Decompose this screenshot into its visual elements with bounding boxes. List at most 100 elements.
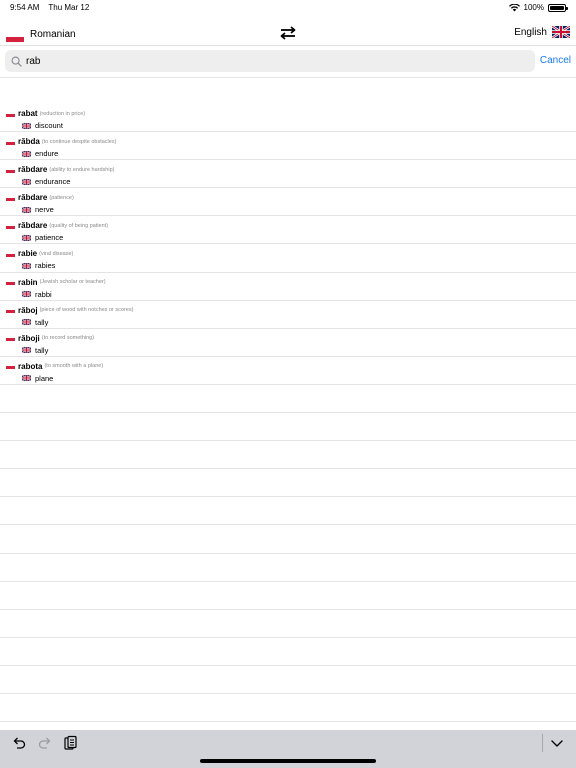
- result-word: răboji: [18, 333, 40, 343]
- poland-flag-icon: [6, 31, 24, 42]
- uk-flag-icon: [22, 262, 31, 269]
- result-row[interactable]: răboji (to record something) tally: [0, 329, 576, 357]
- uk-flag-icon: [22, 122, 31, 129]
- result-source: rabie (viral disease): [6, 249, 73, 258]
- result-source: răboji (to record something): [6, 334, 94, 343]
- result-description: (piece of wood with notches or scores): [39, 307, 134, 314]
- search-input[interactable]: [26, 55, 526, 67]
- result-source: rabat (reduction in price): [6, 109, 85, 118]
- search-row: Cancel: [0, 50, 576, 74]
- result-row[interactable]: răbda (to continue despite obstacles) endu…: [0, 132, 576, 161]
- result-translation: endurance: [35, 177, 71, 187]
- result-word: rabat: [18, 109, 38, 118]
- empty-row: [0, 497, 576, 526]
- uk-flag-icon: [22, 178, 31, 185]
- poland-flag-icon: [6, 250, 15, 257]
- result-translation-line: nerve: [22, 205, 54, 214]
- result-source: răbdare (quality of being patient): [6, 221, 108, 230]
- result-word: răboj: [18, 305, 38, 315]
- uk-flag-icon: [22, 150, 31, 157]
- poland-flag-icon: [6, 222, 15, 229]
- result-row[interactable]: rabat (reduction in price) discount: [0, 104, 576, 133]
- result-translation-line: endure: [22, 149, 58, 158]
- result-source: rabota (to smooth with a plane): [6, 362, 103, 371]
- result-word: rabin: [18, 277, 38, 287]
- result-translation: tally: [35, 345, 49, 355]
- result-translation: discount: [35, 121, 63, 130]
- result-row[interactable]: răbdare (ability to endure hardship) endur…: [0, 160, 576, 189]
- result-translation: rabies: [35, 261, 56, 271]
- poland-flag-icon: [6, 138, 15, 145]
- result-word: răbdare: [18, 193, 48, 203]
- result-description: (to continue despite obstacles): [41, 138, 117, 145]
- poland-flag-icon: [6, 335, 15, 342]
- uk-flag-icon: [552, 26, 570, 38]
- result-source: răboj (piece of wood with notches or scor…: [6, 306, 133, 315]
- search-icon: [11, 56, 22, 67]
- empty-row: [0, 638, 576, 666]
- result-row[interactable]: răbdare (patience) nerve: [0, 188, 576, 217]
- poland-flag-icon: [6, 363, 15, 370]
- results-list: rabat (reduction in price) discount răbda (t…: [0, 104, 576, 385]
- poland-flag-icon: [6, 110, 15, 117]
- source-language-label: Romanian: [30, 29, 76, 40]
- uk-flag-icon: [22, 234, 31, 241]
- uk-flag-icon: [22, 347, 31, 354]
- status-time: 9:54 AM: [10, 3, 40, 12]
- result-source: răbda (to continue despite obstacles): [6, 137, 116, 146]
- result-word: răbda: [18, 137, 40, 147]
- poland-flag-icon: [6, 279, 15, 286]
- battery-percent: 100%: [523, 3, 544, 12]
- result-word: rabota: [18, 361, 43, 371]
- search-divider: [0, 77, 576, 78]
- target-language-button[interactable]: English: [514, 26, 570, 38]
- target-language-label: English: [514, 26, 547, 38]
- uk-flag-icon: [22, 319, 31, 326]
- result-translation: endure: [35, 149, 59, 159]
- result-description: (ability to endure hardship): [49, 166, 115, 173]
- result-translation-line: tally: [22, 346, 48, 355]
- source-language-button[interactable]: Romanian: [6, 27, 76, 42]
- wifi-icon: [508, 3, 520, 11]
- battery-icon: [548, 3, 568, 12]
- result-row[interactable]: rabie (viral disease) rabies: [0, 244, 576, 273]
- battery-level: [550, 5, 564, 10]
- search-field[interactable]: [5, 50, 535, 72]
- toolbar-separator: [542, 734, 543, 752]
- result-description: (patience): [49, 194, 74, 201]
- result-translation-line: patience: [22, 233, 63, 242]
- redo-icon[interactable]: [37, 735, 53, 751]
- empty-row: [0, 554, 576, 582]
- result-word: rabie: [18, 249, 38, 259]
- empty-row: [0, 441, 576, 470]
- result-translation-line: discount: [22, 121, 63, 130]
- result-translation-line: plane: [22, 374, 53, 383]
- result-description: (viral disease): [39, 250, 74, 257]
- uk-flag-icon: [22, 291, 31, 298]
- result-translation-line: endurance: [22, 177, 70, 186]
- result-row[interactable]: rabin (Jewish scholar or teacher) rabbi: [0, 273, 576, 301]
- result-row[interactable]: rabota (to smooth with a plane) plane: [0, 357, 576, 385]
- empty-rows: [0, 385, 576, 723]
- poland-flag-icon: [6, 166, 15, 173]
- paste-icon[interactable]: [62, 735, 78, 751]
- result-row[interactable]: răbdare (quality of being patient) patienc…: [0, 216, 576, 245]
- empty-row: [0, 582, 576, 610]
- cancel-button[interactable]: Cancel: [540, 55, 571, 66]
- uk-flag-icon: [22, 375, 31, 382]
- status-date: Thu Mar 12: [48, 3, 90, 12]
- result-word: răbdare: [18, 165, 48, 175]
- swap-languages-icon[interactable]: [279, 26, 297, 40]
- empty-row: [0, 666, 576, 695]
- empty-row: [0, 469, 576, 498]
- home-indicator: [200, 759, 376, 763]
- result-translation: nerve: [35, 205, 54, 215]
- language-header: Romanian English: [0, 22, 576, 46]
- undo-icon[interactable]: [11, 735, 27, 751]
- chevron-down-icon[interactable]: [549, 735, 565, 751]
- result-row[interactable]: răboj (piece of wood with notches or scor…: [0, 301, 576, 329]
- result-translation-line: rabies: [22, 261, 55, 270]
- result-translation: rabbi: [35, 289, 52, 299]
- result-source: răbdare (patience): [6, 193, 74, 202]
- result-translation: plane: [35, 373, 54, 383]
